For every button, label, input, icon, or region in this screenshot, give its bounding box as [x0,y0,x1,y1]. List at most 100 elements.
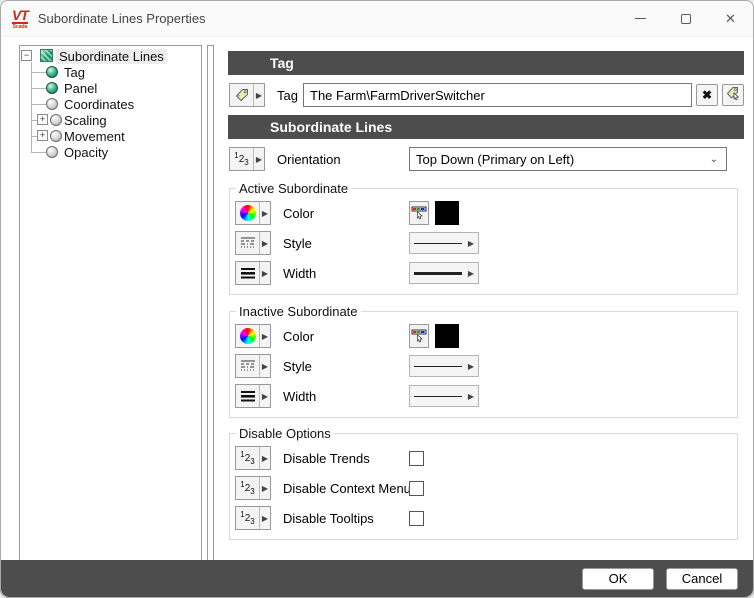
disable-options-group: Disable Options 123 ▶ Disable Trends 123… [229,426,738,540]
split-arrow-icon[interactable]: ▶ [259,447,270,469]
tree-item-movement[interactable]: + Movement [20,128,201,144]
close-icon: ✕ [725,11,736,27]
property-tree: − Subordinate Lines Tag Panel Coordinate… [19,45,202,562]
active-width-label: Width [283,266,409,281]
split-arrow-icon[interactable]: ▶ [259,232,270,254]
active-subordinate-group: Active Subordinate ▶ Color [229,181,738,295]
line-sample [414,272,462,275]
tag-menu-button[interactable]: ▶ [229,83,265,107]
split-arrow-icon[interactable]: ▶ [259,385,270,407]
tag-field-label: Tag [277,88,299,103]
disable-context-menu-menu-button[interactable]: 123 ▶ [235,476,271,500]
split-arrow-icon[interactable]: ▶ [253,84,264,106]
active-color-picker-button[interactable] [409,201,429,225]
numeric-value-icon: 123 [240,451,254,466]
tree-item-panel[interactable]: Panel [20,80,201,96]
active-color-swatch[interactable] [435,201,459,225]
inactive-subordinate-group: Inactive Subordinate ▶ Color [229,304,738,418]
close-button[interactable]: ✕ [708,1,753,36]
line-sample [414,366,462,367]
tree-item-opacity[interactable]: Opacity [20,144,201,160]
tree-connector-tick [31,72,46,73]
active-color-label: Color [283,206,409,221]
active-style-select[interactable]: ▶ [409,232,479,254]
expander-minus-icon[interactable]: − [21,50,32,61]
tree-connector-tick [31,152,46,153]
properties-panel: Tag ▶ Tag ✖ Subordinate Lines 123 [221,45,744,562]
active-subordinate-legend: Active Subordinate [236,181,351,196]
numeric-value-icon: 123 [240,511,254,526]
split-arrow-icon: ▶ [468,269,474,278]
tag-input[interactable] [303,83,692,107]
line-style-icon [236,232,259,254]
ok-button[interactable]: OK [582,568,654,590]
tree-item-label: Opacity [64,145,108,160]
active-color-menu-button[interactable]: ▶ [235,201,271,225]
split-arrow-icon[interactable]: ▶ [259,507,270,529]
inactive-color-picker-button[interactable] [409,324,429,348]
tree-connector-tick [31,88,46,89]
logo-vt-text: VT [12,8,28,24]
tree-connector-tick [31,104,46,105]
split-arrow-icon[interactable]: ▶ [259,477,270,499]
active-width-menu-button[interactable]: ▶ [235,261,271,285]
disable-trends-menu-button[interactable]: 123 ▶ [235,446,271,470]
clear-tag-button[interactable]: ✖ [696,84,718,106]
disable-context-menu-checkbox[interactable] [409,481,424,496]
panel-splitter[interactable] [207,45,214,562]
green-dot-icon [46,82,58,94]
disable-context-menu-label: Disable Context Menu [283,481,409,496]
split-arrow-icon[interactable]: ▶ [253,148,264,170]
inactive-style-select[interactable]: ▶ [409,355,479,377]
maximize-icon [681,14,691,24]
expander-plus-icon[interactable]: + [37,130,48,141]
inactive-width-menu-button[interactable]: ▶ [235,384,271,408]
expander-plus-icon[interactable]: + [37,114,48,125]
minimize-icon [635,18,646,20]
tree-item-coordinates[interactable]: Coordinates [20,96,201,112]
gray-dot-icon [46,98,58,110]
split-arrow-icon: ▶ [468,362,474,371]
dialog-window: VT Scada Subordinate Lines Properties ✕ … [0,0,754,598]
tree-item-label: Scaling [64,113,107,128]
split-arrow-icon[interactable]: ▶ [259,262,270,284]
disable-trends-label: Disable Trends [283,451,409,466]
split-arrow-icon[interactable]: ▶ [259,202,270,224]
active-width-select[interactable]: ▶ [409,262,479,284]
split-arrow-icon[interactable]: ▶ [259,355,270,377]
active-style-menu-button[interactable]: ▶ [235,231,271,255]
split-arrow-icon[interactable]: ▶ [259,325,270,347]
disable-tooltips-menu-button[interactable]: 123 ▶ [235,506,271,530]
inactive-style-menu-button[interactable]: ▶ [235,354,271,378]
disable-tooltips-checkbox[interactable] [409,511,424,526]
root-node-icon [40,49,53,62]
tree-item-tag[interactable]: Tag [20,64,201,80]
orientation-select[interactable]: Top Down (Primary on Left) ⌄ [409,147,727,171]
tree-item-scaling[interactable]: + Scaling [20,112,201,128]
browse-tag-button[interactable] [722,84,744,106]
inactive-color-swatch[interactable] [435,324,459,348]
maximize-button[interactable] [663,1,708,36]
subordinate-section-header: Subordinate Lines [228,115,744,139]
inactive-width-label: Width [283,389,409,404]
disable-options-legend: Disable Options [236,426,334,441]
minimize-button[interactable] [618,1,663,36]
inactive-width-select[interactable]: ▶ [409,385,479,407]
orientation-menu-button[interactable]: 123 ▶ [229,147,265,171]
tree-item-subordinate-lines[interactable]: − Subordinate Lines [20,48,201,64]
title-bar: VT Scada Subordinate Lines Properties ✕ [1,1,753,37]
disable-tooltips-label: Disable Tooltips [283,511,409,526]
gray-dot-icon [50,114,62,126]
inactive-style-label: Style [283,359,409,374]
logo-scada-text: Scada [13,25,28,30]
rgb-picker-icon [411,205,427,221]
rgb-picker-icon [411,328,427,344]
line-sample [414,396,462,397]
inactive-color-menu-button[interactable]: ▶ [235,324,271,348]
numeric-value-icon: 123 [234,152,248,167]
chevron-down-icon: ⌄ [710,154,718,165]
tree-item-label: Movement [64,129,125,144]
disable-trends-checkbox[interactable] [409,451,424,466]
numeric-value-icon: 123 [240,481,254,496]
cancel-button[interactable]: Cancel [666,568,738,590]
